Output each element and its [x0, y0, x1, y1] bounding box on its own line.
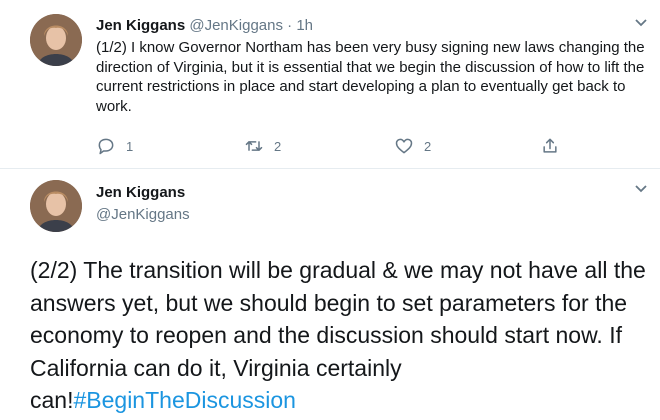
tweet-text: (2/2) The transition will be gradual & w…: [30, 254, 650, 417]
share-icon: [543, 138, 557, 153]
like-icon: [395, 138, 413, 154]
author-handle[interactable]: @JenKiggans: [189, 17, 283, 34]
tweet-header: Jen Kiggans @JenKiggans · 1h: [96, 16, 313, 36]
like-button[interactable]: 2: [394, 136, 431, 156]
retweet-count: 2: [274, 138, 282, 154]
reply-button[interactable]: 1: [96, 136, 133, 156]
chevron-down-icon[interactable]: [634, 182, 648, 199]
avatar[interactable]: [30, 180, 82, 232]
share-button[interactable]: [540, 136, 560, 156]
author-handle[interactable]: @JenKiggans: [96, 205, 190, 225]
reply-count: 1: [126, 138, 134, 154]
author-name[interactable]: Jen Kiggans: [96, 17, 185, 34]
retweet-icon: [245, 141, 263, 151]
author-name[interactable]: Jen Kiggans: [96, 183, 185, 203]
chevron-down-icon[interactable]: [634, 16, 648, 33]
like-count: 2: [424, 138, 432, 154]
divider: [0, 168, 660, 169]
tweet-text: (1/2) I know Governor Northam has been v…: [96, 39, 645, 115]
reply-icon: [98, 138, 114, 155]
tweet-actions: 1 2 2: [96, 136, 576, 158]
avatar[interactable]: [30, 14, 82, 66]
tweet-1: Jen Kiggans @JenKiggans · 1h (1/2) I kno…: [0, 0, 660, 170]
hashtag-link[interactable]: #BeginTheDiscussion: [73, 387, 295, 413]
retweet-button[interactable]: 2: [244, 136, 281, 156]
timestamp[interactable]: 1h: [296, 17, 313, 34]
separator: ·: [282, 17, 297, 34]
